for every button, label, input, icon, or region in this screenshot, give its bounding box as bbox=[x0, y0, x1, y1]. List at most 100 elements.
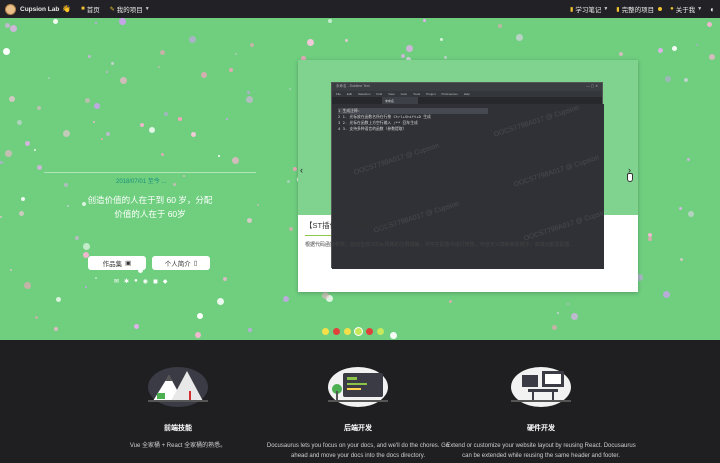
qq-icon[interactable]: ◆ bbox=[163, 278, 168, 285]
editor-titlebar: 未命名 - Sublime Text — ▢ ✕ bbox=[332, 83, 602, 91]
intro-button-label: 个人简介 bbox=[164, 261, 191, 268]
feature-text: Vue 全家桶 + React 全家桶的熟悉。 bbox=[129, 443, 227, 449]
confetti-dot bbox=[0, 216, 2, 218]
confetti-dot bbox=[289, 88, 291, 90]
book-icon: ▮ bbox=[570, 6, 574, 13]
feature-title: 前端技能 bbox=[164, 425, 192, 432]
confetti-dot bbox=[687, 158, 690, 161]
confetti-dot bbox=[248, 328, 252, 332]
hand-cursor-icon bbox=[627, 173, 633, 182]
window-controls-icon: — ▢ ✕ bbox=[586, 84, 598, 88]
confetti-dot bbox=[9, 96, 15, 102]
confetti-dot bbox=[557, 312, 559, 314]
confetti-dot bbox=[95, 277, 97, 279]
feature-backend: 后端开发 Docusaurus lets you focus on your d… bbox=[258, 340, 458, 461]
chat-icon[interactable]: ◼ bbox=[153, 278, 158, 285]
confetti-dot bbox=[322, 292, 329, 299]
confetti-dot bbox=[229, 68, 233, 72]
home-icon: ■ bbox=[81, 6, 85, 12]
confetti-dot bbox=[680, 258, 683, 261]
nav-complete-projects[interactable]: ▮ 完整的项目 bbox=[616, 4, 663, 14]
brand-name[interactable]: Cupsion Lab bbox=[20, 6, 59, 13]
confetti-dot bbox=[10, 25, 17, 32]
chevron-left-icon[interactable]: ‹ bbox=[300, 165, 303, 175]
nav-home-label: 首页 bbox=[86, 7, 100, 14]
confetti-dot bbox=[21, 197, 25, 201]
confetti-dot bbox=[0, 161, 3, 164]
carousel-dot[interactable] bbox=[322, 328, 329, 335]
confetti-dot bbox=[5, 150, 12, 157]
confetti-dot bbox=[120, 77, 127, 84]
confetti-dot bbox=[444, 56, 447, 59]
confetti-dot bbox=[17, 120, 22, 125]
carousel-dot[interactable] bbox=[344, 328, 351, 335]
editor-menu-item: Preferences bbox=[441, 92, 458, 96]
confetti-dot bbox=[54, 327, 58, 331]
carousel-dot[interactable] bbox=[377, 328, 384, 335]
confetti-dot bbox=[134, 324, 139, 329]
confetti-dot bbox=[64, 183, 68, 187]
confetti-dot bbox=[37, 106, 41, 110]
link-icon[interactable]: ✱ bbox=[124, 278, 129, 285]
confetti-dot bbox=[345, 39, 348, 42]
mountain-illustration bbox=[143, 361, 213, 407]
confetti-dot bbox=[658, 48, 663, 53]
confetti-dot bbox=[106, 71, 108, 73]
watermark: OOCS7798A017 @ Cupsion bbox=[353, 142, 441, 177]
confetti-dot bbox=[201, 72, 207, 78]
editor-menu-item: File bbox=[336, 92, 341, 96]
new-badge-dot bbox=[658, 7, 663, 11]
chevron-down-icon: ▼ bbox=[144, 6, 150, 12]
confetti-dot bbox=[217, 298, 224, 305]
confetti-dot bbox=[3, 48, 10, 55]
github-icon[interactable]: ● bbox=[134, 278, 138, 285]
project-carousel[interactable]: 未命名 - Sublime Text — ▢ ✕ File Edit Selecti… bbox=[298, 60, 638, 292]
editor-menu-item: Edit bbox=[346, 92, 353, 96]
confetti-dot bbox=[307, 39, 314, 46]
nav-projects[interactable]: ✎ 我的项目 ▼ bbox=[110, 4, 150, 14]
date-label: 2018/07/01 至今 ... bbox=[116, 179, 167, 185]
confetti-dot bbox=[423, 19, 426, 22]
confetti-dot bbox=[189, 36, 196, 43]
watermark: OOCS7798A017 @ Cupsion bbox=[513, 154, 601, 189]
works-button[interactable]: 作品集 ▣ bbox=[88, 256, 146, 270]
nav-about[interactable]: ● 关于我 ▼ bbox=[670, 4, 702, 14]
nav-complete-projects-label: 完整的项目 bbox=[621, 7, 655, 14]
slide-description: 根据代码函数参数，自动生成JSDoc风格的注释模板，并可在配置中进行修改，可自定… bbox=[305, 242, 575, 248]
watermark: OOCS7798A017 @ Cupsion bbox=[493, 104, 581, 139]
confetti-dot bbox=[571, 313, 578, 320]
moon-icon[interactable]: ◐ bbox=[710, 5, 715, 14]
wechat-icon[interactable]: ◉ bbox=[143, 278, 148, 285]
confetti-dot bbox=[95, 22, 97, 24]
chevron-down-icon: ▼ bbox=[697, 6, 703, 12]
nav-home[interactable]: ■ 首页 bbox=[81, 4, 100, 14]
user-icon: ● bbox=[670, 6, 674, 12]
confetti-dot bbox=[293, 167, 297, 171]
confetti-dot bbox=[257, 204, 259, 206]
confetti-dot bbox=[707, 22, 712, 27]
editor-menu-item: Tools bbox=[413, 92, 421, 96]
confetti-dot bbox=[696, 44, 698, 46]
nav-about-label: 关于我 bbox=[675, 7, 696, 14]
confetti-dot bbox=[25, 141, 30, 146]
nav-study[interactable]: ▮ 学习笔记 ▼ bbox=[570, 4, 608, 14]
confetti-dot bbox=[688, 211, 694, 217]
intro-button[interactable]: 个人简介 ▯ bbox=[152, 256, 210, 270]
feature-title: 后端开发 bbox=[344, 425, 372, 432]
editor-line: 4 3. 支持多种语言的函数（参数提取） bbox=[338, 126, 407, 131]
feature-hardware: 硬件开发 Extend or customize your website la… bbox=[441, 340, 641, 461]
confetti-dot bbox=[516, 34, 523, 41]
carousel-dots bbox=[322, 328, 384, 335]
confetti-dot bbox=[287, 180, 290, 183]
confetti-dot bbox=[24, 282, 31, 289]
confetti-dot bbox=[85, 286, 87, 288]
carousel-dot[interactable] bbox=[333, 328, 340, 335]
mail-icon[interactable]: ✉ bbox=[114, 278, 119, 285]
slide-caption: 【ST插件】生成函数注释 bbox=[305, 221, 390, 230]
carousel-dot[interactable] bbox=[366, 328, 373, 335]
confetti-dot bbox=[679, 207, 682, 210]
carousel-dot[interactable] bbox=[355, 328, 362, 335]
avatar[interactable] bbox=[5, 3, 16, 15]
folder-icon: ▮ bbox=[616, 6, 620, 13]
editor-tabs: 未命名 bbox=[332, 97, 602, 104]
